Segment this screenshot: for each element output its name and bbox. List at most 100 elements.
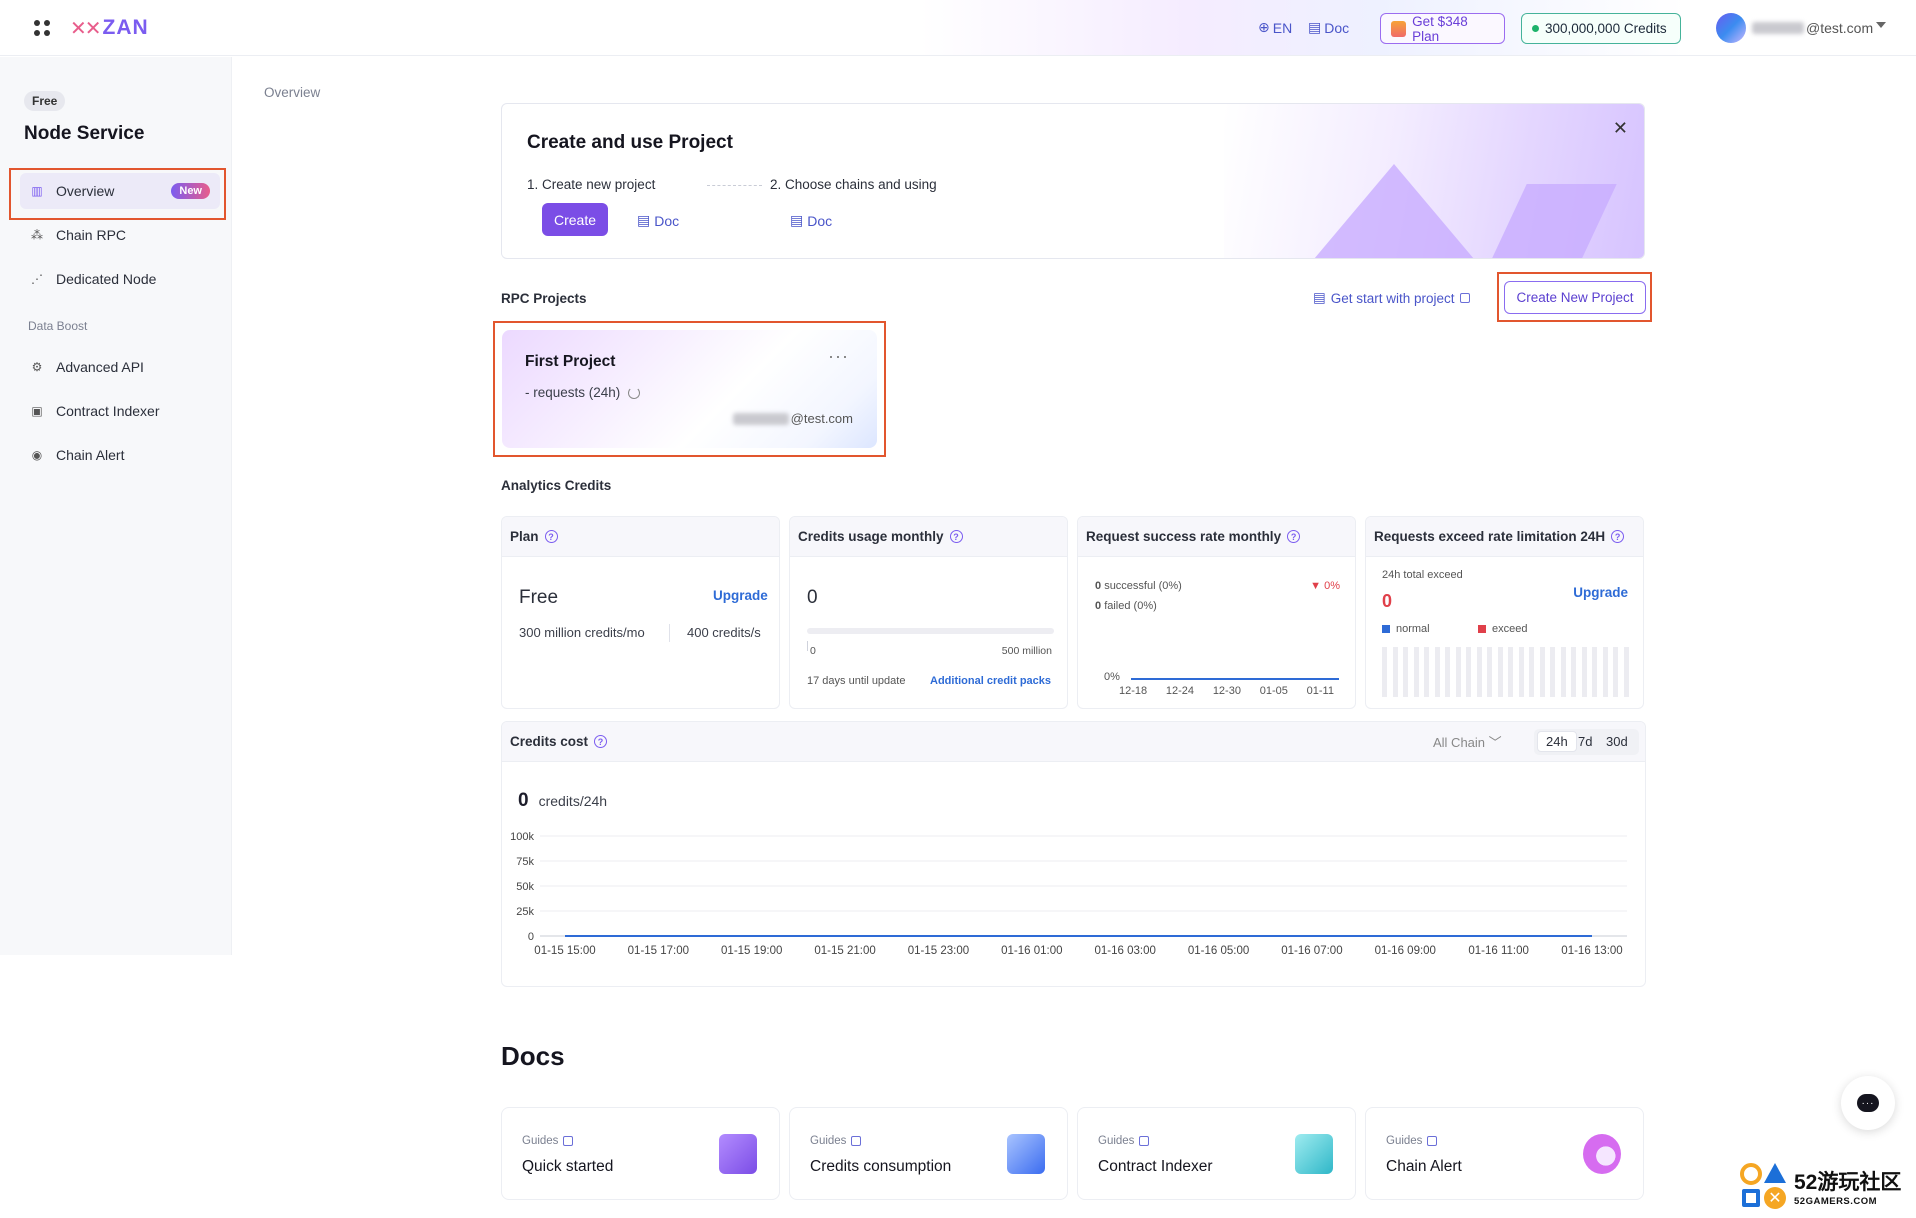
credits-cost-chart: 0 25k 50k 75k 100k 01-15 15:00 01-15 17:00 01-1…: [510, 831, 1627, 957]
zan-logo[interactable]: ✕✕ ZAN: [70, 16, 149, 40]
range-24h[interactable]: 24h: [1537, 731, 1577, 752]
chat-button[interactable]: ···: [1841, 1076, 1895, 1130]
help-icon[interactable]: ?: [949, 530, 963, 543]
docs-title: Docs: [501, 1041, 565, 1071]
create-new-project-button[interactable]: Create New Project: [1504, 281, 1646, 314]
usage-max: 500 million: [1001, 645, 1052, 657]
exceed-bar: [1413, 647, 1419, 697]
exceed-bar: [1539, 647, 1545, 697]
exceed-bar: [1602, 647, 1608, 697]
gift-icon: [1391, 20, 1407, 37]
sidebar-item-advanced-api[interactable]: ⚙ Advanced API: [20, 349, 220, 385]
range-7d[interactable]: 7d: [1578, 734, 1592, 749]
help-icon[interactable]: ?: [594, 735, 608, 748]
more-icon[interactable]: ···: [828, 346, 849, 367]
success-y-label: 0%: [1104, 671, 1120, 683]
external-link-icon: [1427, 1136, 1438, 1146]
success-rate-card: Request success rate monthly? 0 successf…: [1077, 516, 1356, 709]
x-tick-label: 01-16 11:00: [1468, 945, 1529, 957]
chevron-down-icon[interactable]: [1876, 22, 1886, 28]
help-icon[interactable]: ?: [1287, 530, 1301, 543]
analytics-title: Analytics Credits: [501, 478, 612, 493]
credits-button[interactable]: 300,000,000 Credits: [1521, 13, 1681, 44]
refresh-icon[interactable]: [628, 386, 641, 399]
create-project-banner: Create and use Project 1. Create new pro…: [501, 103, 1645, 259]
usage-min: 0: [810, 645, 816, 657]
help-icon[interactable]: ?: [544, 530, 558, 543]
credits-chart-icon: [1007, 1134, 1045, 1174]
exceed-bar: [1476, 647, 1482, 697]
help-icon[interactable]: ?: [1611, 530, 1625, 543]
exceed-bar: [1550, 647, 1556, 697]
exceed-bar: [1497, 647, 1503, 697]
exceed-card: Requests exceed rate limitation 24H? 24h…: [1365, 516, 1644, 709]
x-tick-label: 01-16 05:00: [1188, 945, 1249, 957]
upgrade-link[interactable]: Upgrade: [1573, 585, 1628, 600]
plan-card: Plan? Free Upgrade 300 million credits/m…: [501, 516, 780, 709]
x-tick-label: 01-16 03:00: [1094, 945, 1155, 957]
success-x-labels: 12-18 12-24 12-30 01-05 01-11: [1119, 685, 1334, 697]
success-change: ▼ 0%: [1310, 580, 1340, 592]
upgrade-link[interactable]: Upgrade: [713, 588, 768, 603]
close-icon[interactable]: ✕: [1613, 118, 1628, 139]
credits-cost-summary: 0 credits/24h: [518, 790, 608, 811]
app-grid-icon[interactable]: [34, 20, 50, 36]
quick-start-icon: [719, 1134, 757, 1174]
exceed-bar: [1518, 647, 1524, 697]
exceed-subtitle: 24h total exceed: [1382, 569, 1463, 581]
successful-stat: 0 successful (0%): [1095, 580, 1182, 592]
get-start-link[interactable]: ▤ Get start with project: [1313, 290, 1470, 306]
additional-credit-packs-link[interactable]: Additional credit packs: [930, 675, 1051, 687]
top-bar: ✕✕ ZAN ⊕ EN ▤ Doc Get $348 Plan 300,000,00…: [0, 0, 1916, 56]
doc-card-quick-started[interactable]: Guides Quick started: [501, 1107, 780, 1200]
project-requests: - requests (24h): [525, 385, 641, 400]
exceed-bar: [1592, 647, 1598, 697]
sidebar-item-contract-indexer[interactable]: ▣ Contract Indexer: [20, 393, 220, 429]
plan-badge: Free: [24, 91, 66, 111]
exceed-bar: [1382, 647, 1387, 697]
status-dot: [1532, 25, 1539, 32]
exceed-bar: [1434, 647, 1440, 697]
doc-link[interactable]: ▤ Doc: [1308, 19, 1349, 36]
project-name: First Project: [525, 353, 616, 370]
chain-filter[interactable]: All Chain ﹀: [1433, 732, 1502, 751]
alert-icon: ◉: [31, 448, 43, 462]
project-card[interactable]: First Project - requests (24h) ··· @test…: [502, 330, 877, 448]
nodes-icon: ⁂: [31, 228, 43, 242]
success-line: [1131, 678, 1339, 680]
avatar[interactable]: [1716, 13, 1746, 43]
doc-card-contract-indexer[interactable]: Guides Contract Indexer: [1077, 1107, 1356, 1200]
chat-icon: ···: [1857, 1094, 1879, 1112]
exceed-bar: [1508, 647, 1514, 697]
exceed-bar: [1529, 647, 1535, 697]
get-plan-button[interactable]: Get $348 Plan: [1380, 13, 1505, 44]
x-tick-label: 01-16 13:00: [1561, 945, 1622, 957]
plan-name: Free: [519, 587, 559, 608]
step2-doc-link[interactable]: ▤ Doc: [790, 212, 832, 229]
graph-icon: ⋰: [31, 272, 43, 286]
document-icon: ▤: [790, 212, 804, 228]
language-switch[interactable]: ⊕ EN: [1258, 19, 1292, 36]
sidebar-item-chain-alert[interactable]: ◉ Chain Alert: [20, 437, 220, 473]
doc-card-credits-consumption[interactable]: Guides Credits consumption: [789, 1107, 1068, 1200]
doc-card-chain-alert[interactable]: Guides Chain Alert: [1365, 1107, 1644, 1200]
usage-until: 17 days until update: [807, 675, 906, 687]
usage-value: 0: [807, 587, 818, 608]
step1-doc-link[interactable]: ▤ Doc: [637, 212, 679, 229]
step-1: 1. Create new project: [527, 177, 656, 192]
chain-alert-icon: [1583, 1134, 1621, 1174]
sidebar-item-dedicated-node[interactable]: ⋰ Dedicated Node: [20, 261, 220, 297]
range-30d[interactable]: 30d: [1606, 734, 1628, 749]
exceed-bar: [1403, 647, 1409, 697]
user-email[interactable]: @test.com: [1752, 20, 1873, 36]
create-button[interactable]: Create: [542, 203, 608, 236]
globe-icon: ⊕: [1258, 19, 1270, 35]
exceed-bars: [1382, 647, 1629, 697]
code-icon: ▣: [31, 404, 43, 418]
exceed-bar: [1455, 647, 1461, 697]
data-boost-label: Data Boost: [28, 319, 88, 333]
legend-exceed: exceed: [1478, 623, 1527, 635]
highlight-overview: [9, 168, 226, 220]
sidebar-item-chain-rpc[interactable]: ⁂ Chain RPC: [20, 217, 220, 253]
x-tick-label: 01-15 15:00: [534, 945, 595, 957]
